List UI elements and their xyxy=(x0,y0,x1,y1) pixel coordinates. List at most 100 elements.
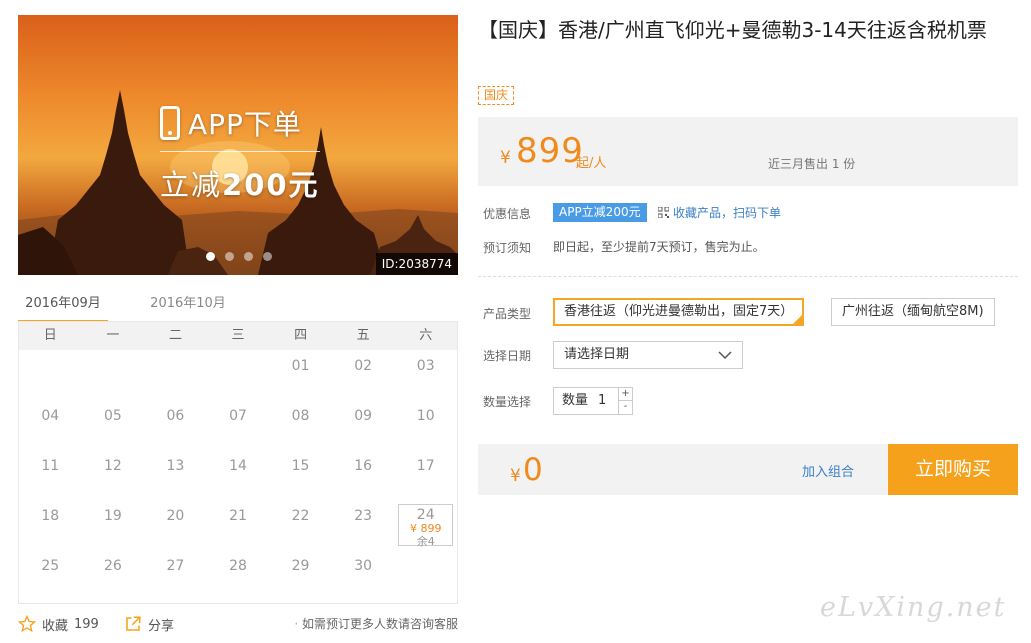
weekday-3: 三 xyxy=(231,328,245,343)
carousel-dot-1[interactable] xyxy=(206,252,215,261)
calendar-day: 26 xyxy=(103,558,122,574)
weekday-1: 一 xyxy=(106,328,120,343)
booking-notice: 即日起，至少提前7天预订，售完为止。 xyxy=(553,240,765,254)
calendar-day: 29 xyxy=(291,558,310,574)
app-discount-badge: APP立减200元 xyxy=(553,203,647,222)
site-watermark: eLvXing.net xyxy=(820,592,1007,623)
calendar-day: 05 xyxy=(103,408,122,424)
calendar-day: 11 xyxy=(41,458,60,474)
product-type-option-hongkong[interactable]: 香港往返（仰光进曼德勒出，固定7天） xyxy=(553,298,805,326)
calendar-day: 03 xyxy=(416,358,435,374)
total-currency: ¥ xyxy=(510,466,521,486)
section-divider xyxy=(478,276,1018,277)
qr-code-icon xyxy=(658,207,669,218)
calendar-day-number: 24 xyxy=(416,507,435,523)
calendar-day: 23 xyxy=(354,508,373,524)
product-type-option-hongkong-label: 香港往返（仰光进曼德勒出，固定7天） xyxy=(564,304,794,319)
buy-now-button[interactable]: 立即购买 xyxy=(888,444,1018,495)
tab-month-october[interactable]: 2016年10月 xyxy=(140,289,236,323)
calendar-day: 19 xyxy=(103,508,122,524)
calendar-day: 30 xyxy=(354,558,373,574)
date-select[interactable]: 请选择日期 xyxy=(553,341,743,369)
calendar-day-available[interactable]: 24 ¥ 899 余4 xyxy=(398,504,453,548)
calendar-day-remaining: 余4 xyxy=(416,535,435,548)
product-type-option-guangzhou-label: 广州往返（缅甸航空8M) xyxy=(842,304,984,319)
calendar-day xyxy=(207,350,270,400)
calendar-day: 12 xyxy=(103,458,122,474)
price-box: ¥ 899 起/人 近三月售出 1 份 xyxy=(478,117,1018,186)
total-bar: ¥ 0 加入组合 立即购买 xyxy=(478,444,1018,495)
calendar-day: 22 xyxy=(291,508,310,524)
selected-check-corner xyxy=(793,315,803,324)
quantity-increase-button[interactable]: + xyxy=(619,388,632,401)
price-currency: ¥ xyxy=(500,148,511,168)
calendar-day: 09 xyxy=(354,408,373,424)
product-id-badge: ID:2038774 xyxy=(375,253,458,275)
promo-line1-text: APP下单 xyxy=(188,108,302,141)
weekday-2: 二 xyxy=(168,328,182,343)
calendar-day: 04 xyxy=(41,408,60,424)
product-page: APP下单 立减200元 ID:2038774 2016年09月 2016年10… xyxy=(0,0,1031,643)
quantity-label: 数量选择 xyxy=(483,395,532,409)
calendar-day: 16 xyxy=(354,458,373,474)
calendar-day: 28 xyxy=(229,558,247,574)
group-booking-note-text: 如需预订更多人数请咨询客服 xyxy=(301,617,458,631)
quantity-decrease-button[interactable]: - xyxy=(619,401,632,414)
promo-line2-prefix: 立减 xyxy=(160,168,223,202)
calendar-day xyxy=(144,350,207,400)
date-select-placeholder: 请选择日期 xyxy=(564,347,630,362)
calendar-grid: 01 02 03 04 05 06 07 08 09 10 11 12 13 14 15 16 17 18 19 20… xyxy=(19,350,457,600)
calendar-day: 15 xyxy=(291,458,310,474)
share-label: 分享 xyxy=(148,618,175,634)
bottom-actions: 收藏 199 分享 · 如需预订更多人数请咨询客服 xyxy=(18,612,458,636)
app-promo-overlay: APP下单 立减200元 xyxy=(160,103,320,204)
page-title: 【国庆】香港/广州直飞仰光+曼德勒3-14天往返含税机票 xyxy=(478,18,987,42)
quantity-stepper: 数量 1 + - xyxy=(553,387,633,415)
weekday-header: 日一二三四五六 xyxy=(19,322,457,350)
carousel-dots xyxy=(206,252,272,261)
calendar-day xyxy=(394,550,457,600)
product-type-label: 产品类型 xyxy=(483,307,532,321)
promo-line2-amount: 200元 xyxy=(222,168,320,202)
calendar-day: 27 xyxy=(166,558,185,574)
calendar-day-price: ¥ 899 xyxy=(409,522,442,535)
share-icon xyxy=(126,616,141,631)
mobile-phone-icon xyxy=(160,106,180,140)
calendar-day: 18 xyxy=(41,508,60,524)
calendar-day xyxy=(82,350,145,400)
calendar-day: 21 xyxy=(229,508,247,524)
calendar-day: 07 xyxy=(229,408,247,424)
calendar-day: 01 xyxy=(291,358,310,374)
calendar-month-tabs: 2016年09月 2016年10月 xyxy=(18,289,458,323)
promo-divider xyxy=(160,151,320,152)
product-banner[interactable]: APP下单 立减200元 ID:2038774 xyxy=(18,15,458,275)
favorite-count: 199 xyxy=(74,616,99,632)
calendar-day xyxy=(19,350,82,400)
total-amount: 0 xyxy=(523,452,543,488)
carousel-dot-4[interactable] xyxy=(263,252,272,261)
share-button[interactable]: 分享 xyxy=(124,612,174,636)
calendar-day: 25 xyxy=(41,558,60,574)
favorite-button[interactable]: 收藏 199 xyxy=(18,612,99,636)
sold-count: 近三月售出 1 份 xyxy=(768,157,856,171)
holiday-tag: 国庆 xyxy=(478,86,515,105)
weekday-6: 六 xyxy=(419,328,433,343)
select-date-label: 选择日期 xyxy=(483,349,532,363)
carousel-dot-3[interactable] xyxy=(244,252,253,261)
note-bullet: · xyxy=(294,617,302,631)
calendar-day: 14 xyxy=(229,458,247,474)
product-type-option-guangzhou[interactable]: 广州往返（缅甸航空8M) xyxy=(831,298,995,326)
quantity-prefix: 数量 xyxy=(562,393,589,408)
favorite-scan-link[interactable]: 收藏产品，扫码下单 xyxy=(658,203,781,222)
carousel-dot-2[interactable] xyxy=(225,252,234,261)
notice-label: 预订须知 xyxy=(483,241,532,255)
calendar-day: 06 xyxy=(166,408,185,424)
quantity-value[interactable]: 1 xyxy=(598,388,606,414)
tab-month-september[interactable]: 2016年09月 xyxy=(18,289,108,323)
quantity-buttons: + - xyxy=(618,388,632,414)
add-to-combo-link[interactable]: 加入组合 xyxy=(802,461,854,480)
calendar-day: 08 xyxy=(291,408,310,424)
calendar-day: 17 xyxy=(416,458,435,474)
price-unit: 起/人 xyxy=(576,156,607,171)
weekday-5: 五 xyxy=(356,328,370,343)
